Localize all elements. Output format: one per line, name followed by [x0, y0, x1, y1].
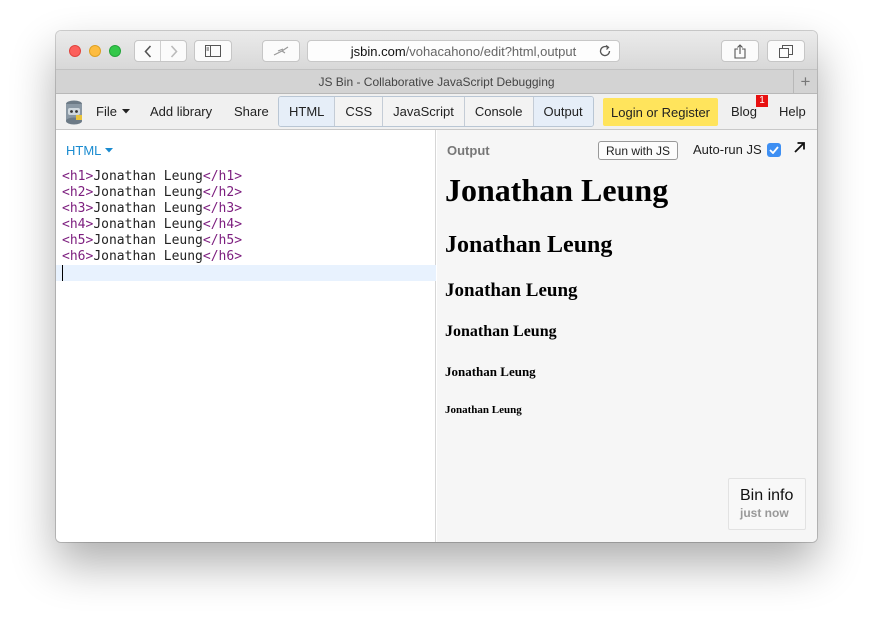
window-zoom-button[interactable]: [109, 45, 121, 57]
sidebar-icon: [205, 45, 221, 57]
popout-arrow-icon[interactable]: [794, 142, 805, 153]
code-line: <h1>Jonathan Leung</h1>: [62, 169, 243, 184]
code-area[interactable]: <h1>Jonathan Leung</h1> <h2>Jonathan Leu…: [62, 169, 242, 265]
share-button[interactable]: [721, 40, 759, 62]
new-tab-button[interactable]: +: [793, 70, 817, 93]
bin-info-box[interactable]: Bin info just now: [728, 478, 806, 530]
tabs-icon: [779, 44, 793, 58]
feather-icon: [273, 46, 289, 56]
preview-heading-3: Jonathan Leung: [445, 280, 578, 301]
share-menu[interactable]: Share: [234, 94, 269, 129]
window-close-button[interactable]: [69, 45, 81, 57]
code-line: <h2>Jonathan Leung</h2>: [62, 185, 243, 200]
panel-toggle-console[interactable]: Console: [464, 97, 534, 126]
preview-heading-5: Jonathan Leung: [445, 364, 536, 379]
preview-heading-1: Jonathan Leung: [445, 172, 669, 208]
add-library-menu[interactable]: Add library: [150, 94, 212, 129]
autorun-toggle[interactable]: Auto-run JS: [693, 142, 781, 157]
html-editor-panel[interactable]: HTML <h1>Jonathan Leung</h1> <h2>Jonatha…: [56, 130, 436, 542]
address-bar[interactable]: jsbin.com/vohacahono/edit?html,output: [307, 40, 620, 62]
jsbin-menubar: File Add library Share HTML CSS JavaScri…: [56, 94, 817, 130]
caret-down-icon: [121, 109, 130, 114]
browser-toolbar: jsbin.com/vohacahono/edit?html,output: [56, 31, 817, 70]
panel-toggle-javascript[interactable]: JavaScript: [383, 97, 465, 126]
back-button[interactable]: [135, 41, 160, 61]
editor-language-dropdown[interactable]: HTML: [66, 143, 114, 158]
autorun-checkbox[interactable]: [766, 142, 781, 157]
run-with-js-button[interactable]: Run with JS: [598, 141, 679, 160]
window-minimize-button[interactable]: [89, 45, 101, 57]
caret-down-icon: [105, 148, 114, 153]
editor-language-label: HTML: [66, 143, 102, 158]
code-line: <h4>Jonathan Leung</h4>: [62, 217, 243, 232]
active-line-highlight: [56, 265, 436, 281]
file-menu[interactable]: File: [96, 94, 130, 129]
panel-toggle-output[interactable]: Output: [533, 97, 593, 126]
tab-title[interactable]: JS Bin - Collaborative JavaScript Debugg…: [318, 75, 554, 89]
preview-heading-4: Jonathan Leung: [445, 323, 557, 340]
sidebar-button[interactable]: [194, 40, 232, 62]
show-all-tabs-button[interactable]: [767, 40, 805, 62]
tab-bar: JS Bin - Collaborative JavaScript Debugg…: [56, 70, 817, 94]
panel-toggles: HTML CSS JavaScript Console Output: [278, 96, 594, 127]
jsbin-logo[interactable]: [64, 99, 84, 125]
help-link[interactable]: Help: [779, 94, 806, 129]
browser-window: jsbin.com/vohacahono/edit?html,output JS…: [56, 31, 817, 542]
code-line: <h6>Jonathan Leung</h6>: [62, 249, 243, 264]
panel-toggle-html[interactable]: HTML: [279, 97, 336, 126]
autorun-label: Auto-run JS: [693, 142, 762, 157]
code-line: <h5>Jonathan Leung</h5>: [62, 233, 243, 248]
code-line: <h3>Jonathan Leung</h3>: [62, 201, 243, 216]
history-nav-group: [134, 40, 187, 62]
preview-heading-2: Jonathan Leung: [445, 232, 613, 258]
preview-heading-6: Jonathan Leung: [445, 404, 522, 416]
login-register-button[interactable]: Login or Register: [603, 98, 718, 126]
file-menu-label: File: [96, 104, 117, 119]
bin-info-timestamp: just now: [740, 506, 789, 520]
jsbin-logo-icon: [66, 100, 82, 125]
chevron-left-icon: [143, 44, 151, 58]
forward-button[interactable]: [160, 41, 186, 61]
blog-notification-badge: 1: [756, 95, 768, 107]
share-icon: [734, 43, 746, 59]
chevron-right-icon: [170, 44, 178, 58]
reload-icon[interactable]: [598, 44, 612, 58]
top-sites-button[interactable]: [262, 40, 300, 62]
url-path: /vohacahono/edit?html,output: [405, 43, 577, 59]
panel-toggle-css[interactable]: CSS: [335, 97, 384, 126]
output-panel: Output Run with JS Auto-run JS Jonathan …: [437, 130, 817, 542]
bin-info-title: Bin info: [740, 487, 794, 504]
url-domain: jsbin.com: [350, 43, 406, 59]
blog-link[interactable]: Blog: [731, 94, 757, 129]
text-cursor: [62, 265, 63, 281]
output-panel-label: Output: [447, 143, 490, 158]
checkmark-icon: [769, 145, 779, 154]
